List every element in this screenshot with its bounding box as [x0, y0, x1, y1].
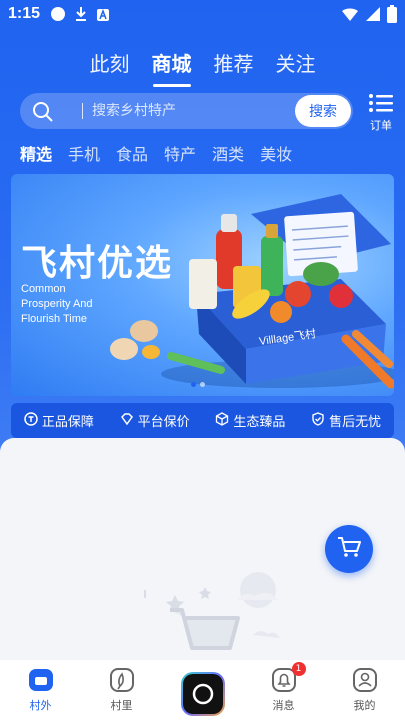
- guarantee-item: 售后无忧: [311, 411, 381, 430]
- guarantee-strip: 正品保障 平台保价 生态臻品 售后无忧: [11, 403, 394, 438]
- wifi-icon: [341, 6, 359, 26]
- village-inside-icon: [109, 668, 134, 692]
- shield-check-icon: [311, 411, 325, 430]
- guarantee-label: 售后无忧: [329, 415, 382, 430]
- empty-cart-illustration: [144, 572, 280, 650]
- guarantee-label: 平台保价: [137, 415, 190, 430]
- search-icon: [32, 101, 54, 127]
- tab-recommend[interactable]: 推荐: [214, 48, 254, 85]
- nav-label: 村外: [29, 699, 52, 712]
- signal-icon: [365, 6, 381, 26]
- search-bar: 搜索: [20, 93, 353, 129]
- bottom-navigation: 村外 村里 1 消息 我的: [0, 660, 405, 721]
- nav-profile[interactable]: 我的: [335, 664, 395, 713]
- status-bar: 1:15: [0, 0, 405, 30]
- tab-mall[interactable]: 商城: [152, 48, 192, 85]
- text-app-icon: [96, 7, 110, 26]
- genuine-icon: [24, 411, 38, 430]
- camera-button[interactable]: [180, 672, 225, 716]
- guarantee-item: 平台保价: [120, 411, 190, 430]
- pagination-dot: [200, 382, 205, 387]
- notification-circle-icon: [50, 6, 66, 26]
- menu-list-icon: [368, 94, 394, 117]
- search-divider: [82, 103, 83, 119]
- search-input[interactable]: [92, 93, 302, 129]
- banner-pagination: [191, 382, 205, 387]
- category-cosmetics[interactable]: 美妆: [260, 141, 292, 165]
- orders-label: 订单: [370, 119, 392, 132]
- status-right-icons: [341, 5, 397, 27]
- nav-village-outside[interactable]: 村外: [11, 664, 71, 713]
- battery-icon: [387, 5, 397, 27]
- produce-box-illustration: Villlage飞村: [110, 194, 394, 389]
- nav-label: 我的: [353, 699, 376, 712]
- category-specialty[interactable]: 特产: [164, 141, 196, 165]
- guarantee-label: 正品保障: [41, 415, 94, 430]
- pagination-dot: [191, 382, 196, 387]
- category-food[interactable]: 食品: [116, 141, 148, 165]
- camera-icon: [192, 683, 213, 705]
- category-featured[interactable]: 精选: [20, 141, 52, 165]
- guarantee-label: 生态臻品: [233, 415, 286, 430]
- status-left-icons: [50, 6, 110, 26]
- promo-banner[interactable]: 飞村优选 Common Prosperity And Flourish Time…: [11, 174, 394, 396]
- cart-icon: [336, 535, 362, 563]
- guarantee-item: 正品保障: [24, 411, 94, 430]
- tab-moment[interactable]: 此刻: [90, 48, 130, 85]
- top-tabs: 此刻 商城 推荐 关注: [0, 48, 405, 85]
- category-phones[interactable]: 手机: [68, 141, 100, 165]
- category-tabs: 精选 手机 食品 特产 酒类 美妆: [20, 141, 292, 165]
- download-icon: [74, 6, 88, 26]
- nav-label: 消息: [272, 699, 295, 712]
- nav-village-inside[interactable]: 村里: [92, 664, 152, 713]
- category-liquor[interactable]: 酒类: [212, 141, 244, 165]
- message-badge: 1: [291, 662, 306, 676]
- cube-icon: [215, 411, 229, 430]
- profile-icon: [352, 668, 377, 692]
- tab-follow[interactable]: 关注: [276, 48, 316, 85]
- search-button[interactable]: 搜索: [295, 95, 351, 127]
- guarantee-item: 生态臻品: [215, 411, 285, 430]
- floating-cart-button[interactable]: [325, 525, 373, 573]
- status-time: 1:15: [8, 5, 41, 22]
- orders-button[interactable]: 订单: [364, 92, 398, 133]
- diamond-icon: [120, 412, 134, 430]
- nav-label: 村里: [110, 699, 133, 712]
- nav-camera[interactable]: [173, 664, 233, 716]
- nav-messages[interactable]: 1 消息: [254, 662, 314, 713]
- village-outside-icon: [28, 669, 53, 691]
